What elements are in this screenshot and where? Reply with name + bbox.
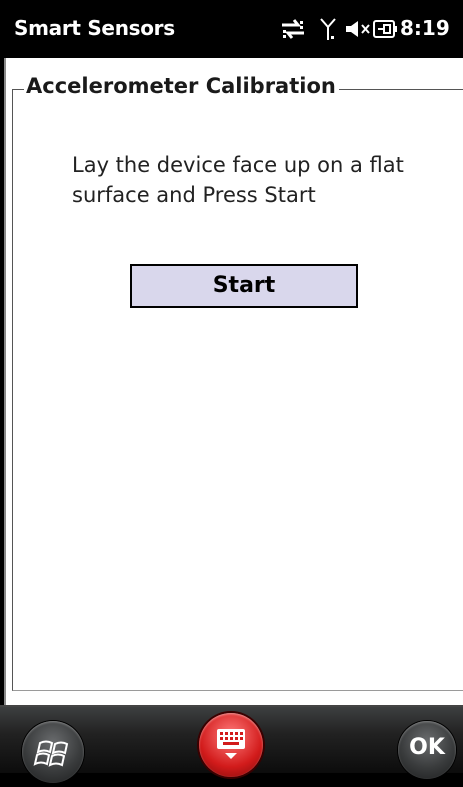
- data-sync-icon: [282, 19, 304, 39]
- groupbox-title: Accelerometer Calibration: [24, 74, 339, 98]
- instructions-text: Lay the device face up on a flat surface…: [72, 153, 404, 207]
- keyboard-icon: [217, 729, 245, 759]
- app-title: Smart Sensors: [14, 16, 175, 40]
- speaker-muted-icon[interactable]: [344, 16, 372, 42]
- softkey-bar: OK: [0, 707, 463, 783]
- windows-start-button[interactable]: [22, 721, 84, 783]
- keyboard-toggle-button[interactable]: [199, 713, 263, 777]
- battery-charging-icon[interactable]: [372, 16, 398, 42]
- status-bar: Smart Sensors 8:19: [0, 0, 463, 58]
- ok-label: OK: [409, 735, 445, 760]
- clock-time[interactable]: 8:19: [400, 16, 450, 40]
- main-content: Accelerometer Calibration Lay the device…: [4, 58, 463, 705]
- start-button[interactable]: Start: [130, 264, 358, 308]
- signal-antenna-icon: [320, 18, 336, 40]
- windows-logo-icon: [33, 740, 69, 767]
- ok-button[interactable]: OK: [398, 721, 456, 779]
